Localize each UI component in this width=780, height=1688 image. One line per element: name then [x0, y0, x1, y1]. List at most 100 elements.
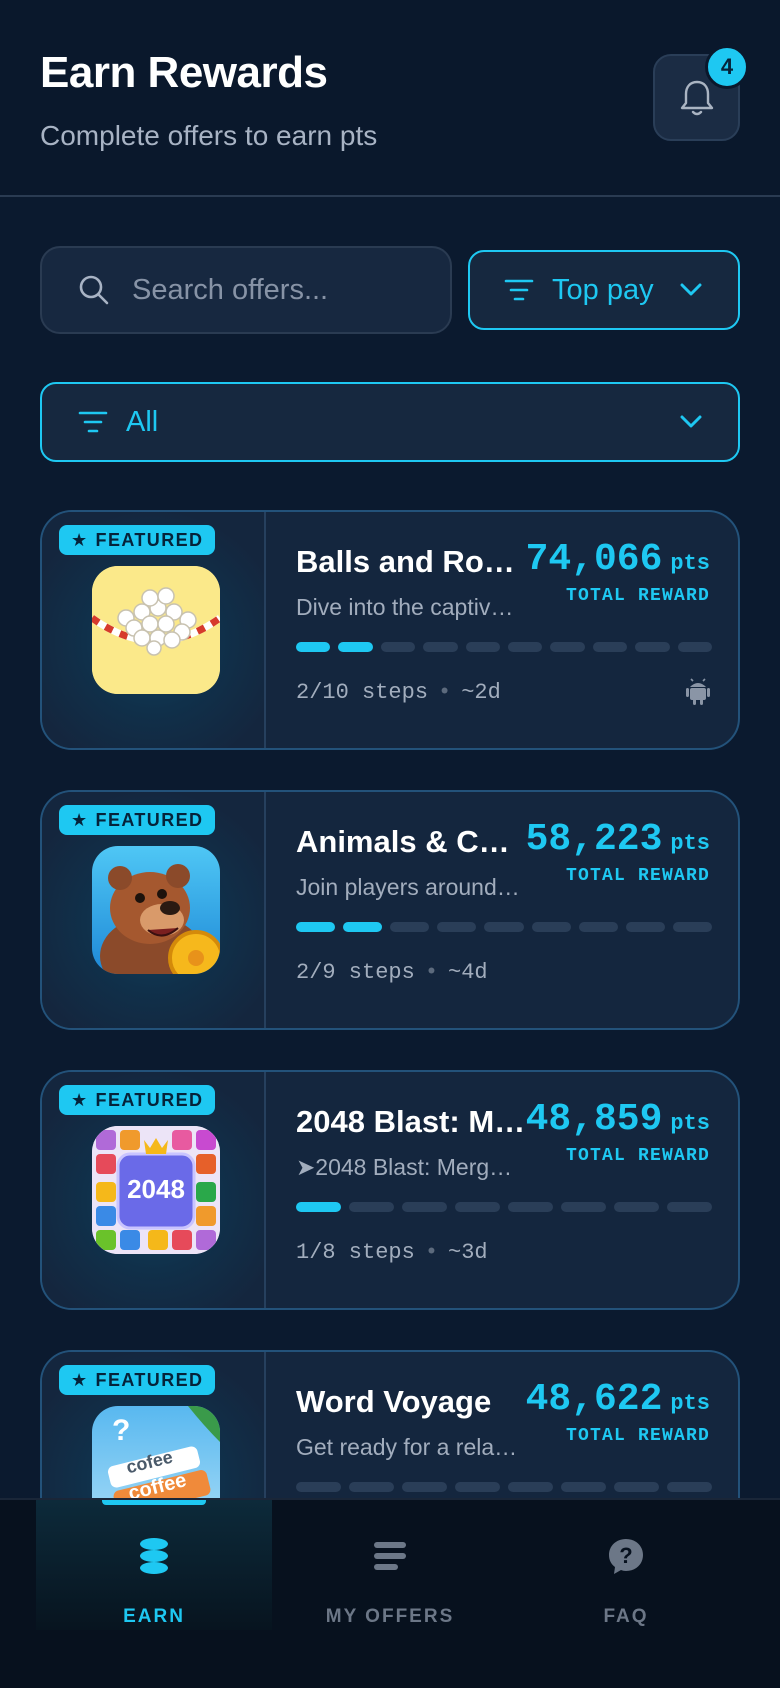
nav-tab-faq[interactable]: ? FAQ: [508, 1500, 744, 1630]
offer-name: Word Voyage: [296, 1384, 492, 1419]
app-icon-balls-and-rope: [92, 566, 220, 694]
offer-name: 2048 Blast: Merge: [296, 1104, 526, 1139]
offer-description: Get ready for a relaxing: [296, 1434, 524, 1460]
total-reward-label: TOTAL REWARD: [565, 586, 710, 606]
star-icon: ★: [71, 529, 89, 550]
total-reward-label: TOTAL REWARD: [565, 866, 710, 886]
featured-badge: ★ FEATURED: [59, 1085, 216, 1115]
star-icon: ★: [71, 1089, 89, 1110]
star-icon: ★: [71, 809, 89, 830]
offer-icon-area: ★ FEATURED: [42, 792, 266, 1028]
featured-badge-label: FEATURED: [95, 1089, 204, 1110]
points-value: 58,223: [525, 818, 663, 861]
duration-estimate: ~2d: [461, 680, 501, 705]
svg-text:?: ?: [112, 1414, 130, 1447]
featured-badge-label: FEATURED: [95, 1369, 204, 1390]
sort-label: Top pay: [552, 273, 654, 306]
steps-count: 2/10 steps: [296, 680, 429, 705]
progress-step-pending: [625, 922, 665, 932]
progress-step-pending: [667, 1202, 712, 1212]
progress-step-pending: [390, 922, 430, 932]
offer-points: 48,859 pts: [526, 1098, 710, 1141]
progress-step-pending: [349, 1202, 394, 1212]
steps-progress-bar: [296, 1482, 712, 1492]
points-unit: pts: [670, 551, 710, 576]
progress-step-pending: [614, 1202, 659, 1212]
progress-step-pending: [578, 922, 618, 932]
search-input[interactable]: [132, 273, 432, 307]
total-reward-label: TOTAL REWARD: [565, 1146, 710, 1166]
featured-badge: ★ FEATURED: [59, 525, 216, 555]
nav-tab-my-offers[interactable]: MY OFFERS: [272, 1500, 508, 1630]
bell-icon: [680, 80, 713, 115]
progress-step-complete: [296, 642, 331, 652]
page-subtitle: Complete offers to earn pts: [40, 120, 378, 151]
progress-step-pending: [465, 642, 501, 652]
filter-lines-icon: [78, 411, 108, 433]
page-header: Earn Rewards Complete offers to earn pts…: [0, 0, 780, 197]
progress-step-pending: [296, 1482, 341, 1492]
progress-step-pending: [667, 1482, 712, 1492]
category-filter-dropdown[interactable]: All: [40, 382, 740, 462]
offer-points: 58,223 pts: [526, 818, 710, 861]
points-value: 48,859: [525, 1098, 663, 1141]
app-icon-2048-blast: 2048: [92, 1126, 220, 1254]
offer-name: Animals & Coins: [296, 824, 526, 859]
progress-step-pending: [437, 922, 477, 932]
nav-tab-earn[interactable]: EARN: [36, 1500, 272, 1630]
steps-count: 2/9 steps: [296, 960, 415, 985]
points-unit: pts: [670, 1111, 710, 1136]
duration-estimate: ~4d: [448, 960, 488, 985]
progress-step-pending: [561, 1482, 606, 1492]
offer-card[interactable]: ★ FEATURED Animals & Coins Join players …: [40, 790, 740, 1030]
progress-step-pending: [550, 642, 585, 652]
progress-step-pending: [402, 1202, 447, 1212]
progress-step-pending: [677, 642, 713, 652]
featured-badge-label: FEATURED: [95, 809, 204, 830]
offer-description: Join players around the world: [296, 874, 524, 900]
active-tab-indicator: [102, 1500, 206, 1505]
svg-text:?: ?: [619, 1543, 632, 1568]
progress-step-complete: [338, 642, 373, 652]
offer-icon-area: ★ FEATURED: [42, 512, 266, 748]
app-icon-animals-and-coins: [92, 846, 220, 974]
app-icon-label: 2048: [127, 1174, 185, 1204]
offer-card[interactable]: ★ FEATURED 2048 2048 Blast: Mer ➤2048 Bl…: [40, 1070, 740, 1310]
steps-progress-bar: [296, 922, 712, 932]
featured-badge: ★ FEATURED: [59, 1365, 216, 1395]
android-icon: [686, 678, 710, 705]
progress-step-pending: [402, 1482, 447, 1492]
question-bubble-icon: ?: [609, 1539, 643, 1574]
chevron-down-icon: [680, 415, 702, 428]
offer-meta: 2/10 steps • ~2d: [296, 680, 501, 705]
progress-step-pending: [635, 642, 670, 652]
progress-step-pending: [592, 642, 628, 652]
progress-step-pending: [508, 1482, 553, 1492]
steps-count: 1/8 steps: [296, 1240, 415, 1265]
progress-step-pending: [349, 1482, 394, 1492]
progress-step-pending: [423, 642, 458, 652]
nav-label-my-offers: MY OFFERS: [325, 1606, 455, 1627]
search-box[interactable]: [40, 246, 452, 334]
progress-step-pending: [531, 922, 571, 932]
featured-badge: ★ FEATURED: [59, 805, 216, 835]
category-label: All: [126, 405, 159, 438]
progress-step-pending: [508, 642, 543, 652]
notification-count-badge: 4: [705, 45, 749, 89]
points-value: 74,066: [525, 538, 663, 581]
progress-step-pending: [380, 642, 416, 652]
chevron-down-icon: [680, 283, 702, 296]
offer-description: ➤2048 Blast: Merge Numbers: [296, 1154, 524, 1180]
sort-dropdown[interactable]: Top pay: [468, 250, 740, 330]
progress-step-complete: [296, 1202, 341, 1212]
total-reward-label: TOTAL REWARD: [565, 1426, 710, 1446]
offer-points: 48,622 pts: [526, 1378, 710, 1421]
steps-progress-bar: [296, 1202, 712, 1212]
progress-step-pending: [614, 1482, 659, 1492]
points-unit: pts: [670, 831, 710, 856]
progress-step-pending: [508, 1202, 553, 1212]
offer-icon-area: ★ FEATURED: [42, 1072, 266, 1308]
offer-description: Dive into the captivating world: [296, 594, 524, 620]
offer-card[interactable]: ★ FEATURED Balls and Rope Puzzle Dive int…: [40, 510, 740, 750]
offer-meta: 2/9 steps • ~4d: [296, 960, 488, 985]
